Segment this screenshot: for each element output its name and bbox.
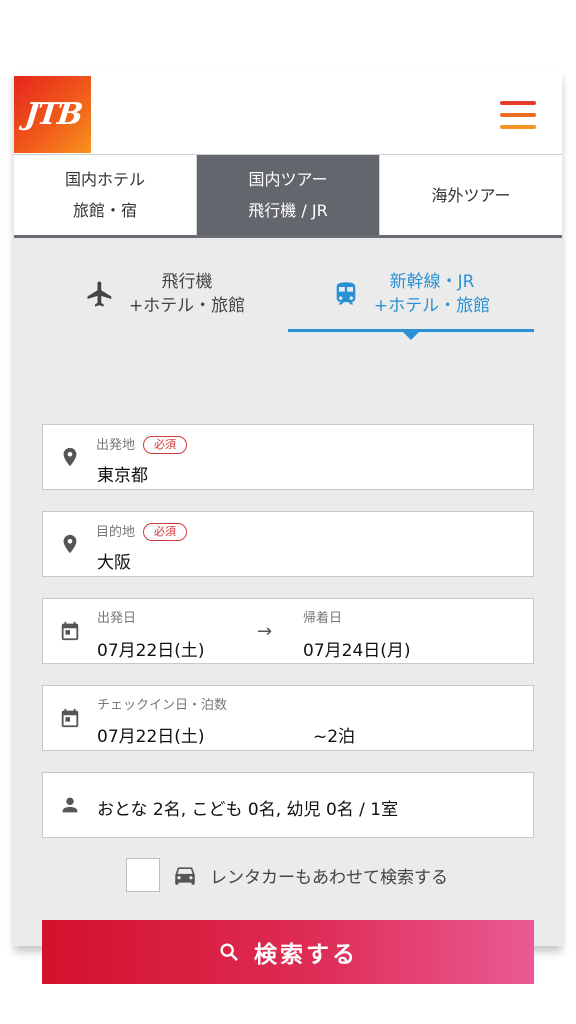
- tab-label-line1: 海外ツアー: [431, 185, 511, 205]
- search-icon: [220, 943, 238, 961]
- location-pin-icon: [63, 534, 77, 554]
- subtab-line1: 飛行機: [161, 272, 213, 292]
- tab-overseas-tour[interactable]: 海外ツアー: [380, 155, 562, 235]
- subtab-train[interactable]: 新幹線・JR +ホテル・旅館: [288, 254, 534, 340]
- departure-date-label: 出発日: [97, 611, 137, 626]
- transport-subtabs: 飛行機 +ホテル・旅館 新幹線・JR +ホテル・旅館: [42, 254, 534, 340]
- rental-car-checkbox[interactable]: [126, 858, 160, 892]
- subtab-line2: +ホテル・旅館: [128, 296, 246, 316]
- search-card: JTB 国内ホテル 旅館・宿 国内ツアー 飛行機 / JR 海外ツアー 飛行機 …: [14, 72, 562, 984]
- tab-domestic-hotel[interactable]: 国内ホテル 旅館・宿: [14, 155, 197, 235]
- departure-date-value: 07月22日(土): [97, 641, 205, 661]
- destination-label-text: 目的地: [96, 525, 136, 540]
- travel-dates-field[interactable]: 出発日 07月22日(土) → 帰着日 07月24日(月): [42, 598, 534, 664]
- page: JTB 国内ホテル 旅館・宿 国内ツアー 飛行機 / JR 海外ツアー 飛行機 …: [0, 0, 576, 1024]
- tab-label-line2: 旅館・宿: [72, 201, 137, 220]
- guests-value: おとな 2名, こども 0名, 幼児 0名 / 1室: [97, 800, 399, 820]
- subtab-line2: +ホテル・旅館: [373, 296, 491, 316]
- calendar-icon: [61, 708, 79, 728]
- person-icon: [62, 797, 78, 813]
- origin-label: 出発地 必須: [96, 434, 188, 454]
- search-button-label: 検索する: [254, 942, 358, 968]
- return-date[interactable]: 帰着日 07月24日(月): [303, 607, 411, 661]
- nights-value[interactable]: ~2泊: [313, 722, 355, 747]
- arrow-right-icon: →: [257, 621, 273, 642]
- hamburger-menu-icon[interactable]: [500, 101, 536, 129]
- subtab-airplane[interactable]: 飛行機 +ホテル・旅館: [42, 254, 288, 334]
- search-form: 飛行機 +ホテル・旅館 新幹線・JR +ホテル・旅館 出発地 必須 東京都 目的…: [14, 238, 562, 984]
- menu-bar-3: [500, 125, 536, 129]
- checkin-label: チェックイン日・泊数: [97, 698, 228, 713]
- destination-field[interactable]: 目的地 必須 大阪: [42, 511, 534, 577]
- tab-domestic-tour[interactable]: 国内ツアー 飛行機 / JR: [197, 155, 380, 235]
- tab-label-line1: 国内ホテル: [64, 170, 145, 189]
- menu-bar-2: [500, 113, 536, 117]
- airplane-icon: [87, 281, 112, 307]
- required-badge: 必須: [143, 436, 188, 454]
- origin-field[interactable]: 出発地 必須 東京都: [42, 424, 534, 490]
- location-pin-icon: [63, 447, 77, 467]
- menu-bar-1: [500, 101, 536, 105]
- subtab-label: 飛行機 +ホテル・旅館: [129, 270, 245, 318]
- active-caret: [403, 332, 419, 340]
- guests-field[interactable]: おとな 2名, こども 0名, 幼児 0名 / 1室: [42, 772, 534, 838]
- origin-label-text: 出発地: [96, 438, 136, 453]
- return-date-label: 帰着日: [303, 611, 343, 626]
- train-icon: [336, 282, 356, 305]
- checkin-date-value: 07月22日(土): [97, 727, 205, 747]
- destination-label: 目的地 必須: [96, 521, 188, 541]
- tab-label-line2: 飛行機 / JR: [248, 201, 328, 220]
- logo-text: JTB: [22, 97, 83, 132]
- rental-car-label: レンタカーもあわせて検索する: [210, 867, 448, 888]
- rental-car-option[interactable]: レンタカーもあわせて検索する: [126, 858, 448, 892]
- destination-value: 大阪: [97, 553, 131, 573]
- checkin-field[interactable]: チェックイン日・泊数 07月22日(土) ~2泊: [42, 685, 534, 751]
- calendar-icon: [61, 621, 79, 641]
- subtab-label: 新幹線・JR +ホテル・旅館: [374, 270, 490, 318]
- category-tabs: 国内ホテル 旅館・宿 国内ツアー 飛行機 / JR 海外ツアー: [14, 154, 562, 238]
- header: JTB: [14, 72, 562, 154]
- return-date-value: 07月24日(月): [303, 641, 411, 661]
- subtab-line1: 新幹線・JR: [389, 272, 475, 292]
- car-icon: [175, 867, 195, 885]
- departure-date[interactable]: 出発日 07月22日(土): [97, 607, 205, 661]
- required-badge: 必須: [143, 523, 188, 541]
- tab-label-line1: 国内ツアー: [248, 170, 328, 189]
- jtb-logo[interactable]: JTB: [14, 76, 91, 153]
- search-button[interactable]: 検索する: [42, 920, 534, 984]
- origin-value: 東京都: [97, 466, 148, 486]
